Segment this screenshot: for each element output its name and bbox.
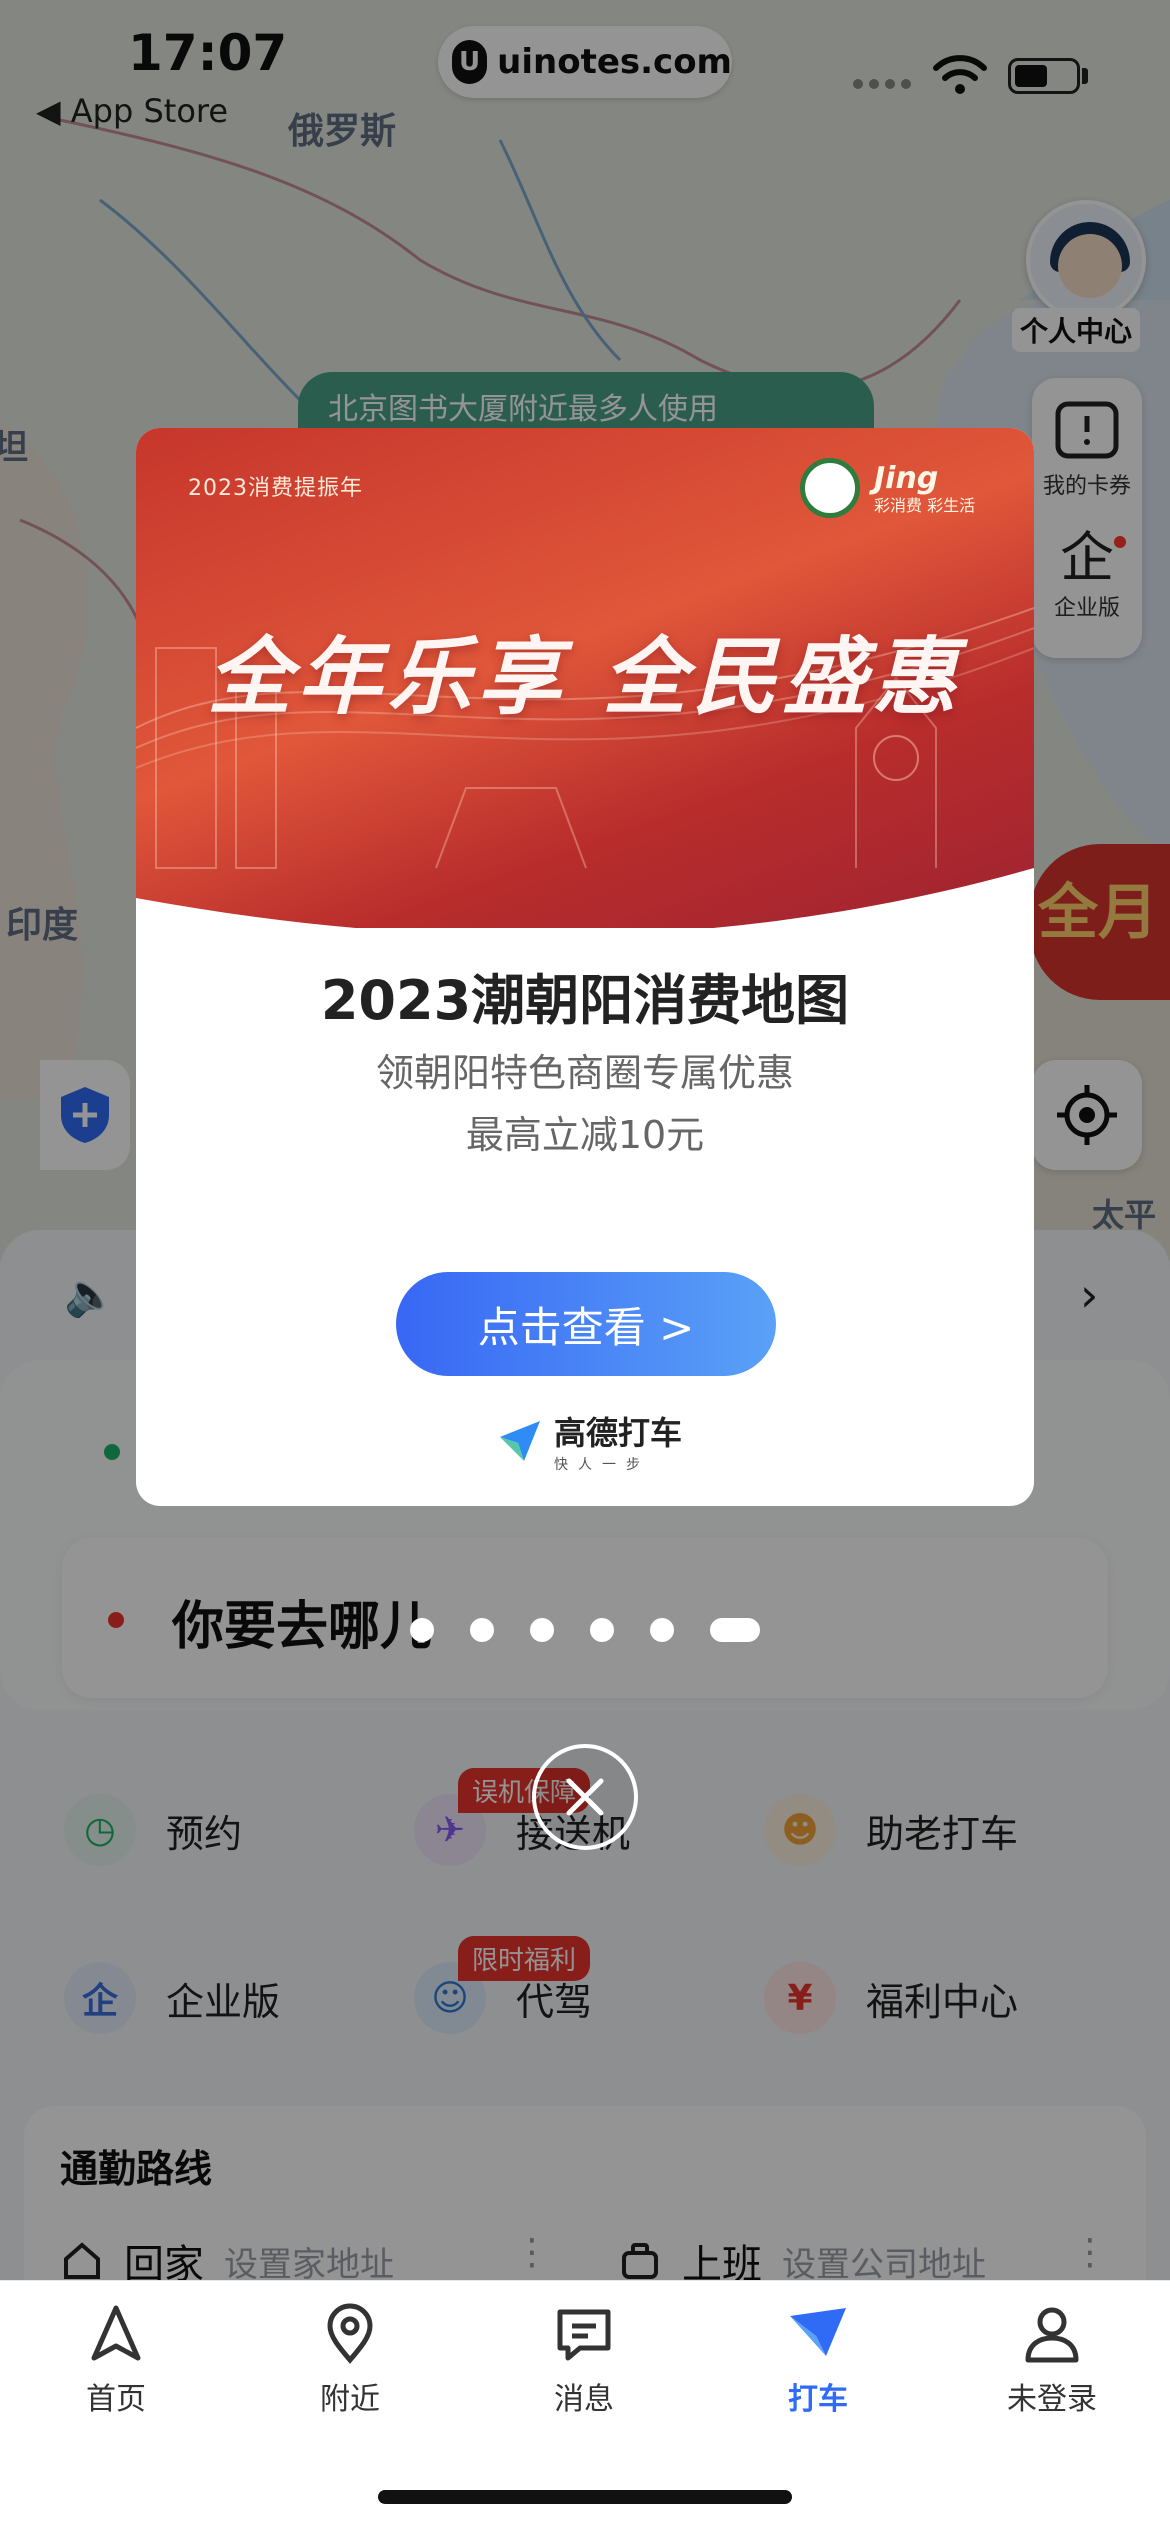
banner-curve bbox=[136, 868, 1034, 928]
close-icon bbox=[566, 1778, 604, 1816]
tab-profile-label: 未登录 bbox=[1007, 2382, 1097, 2417]
modal-title: 2023潮朝阳消费地图 bbox=[320, 969, 850, 1032]
navigation-arrow-icon bbox=[91, 2305, 141, 2361]
carousel-dot[interactable] bbox=[590, 1618, 614, 1642]
modal-subtitle-2: 最高立减10元 bbox=[465, 1113, 705, 1157]
amap-taxi-brand: 高德打车 快人一步 bbox=[496, 1408, 682, 1474]
jing-logo: Jing bbox=[874, 460, 939, 496]
taxi-icon bbox=[790, 2308, 846, 2356]
tab-home-label: 首页 bbox=[86, 2382, 146, 2417]
banner-year-text: 2023消费提振年 bbox=[188, 476, 363, 501]
close-modal-button[interactable] bbox=[532, 1744, 638, 1850]
view-details-button[interactable]: 点击查看 > bbox=[396, 1272, 776, 1376]
carousel-dot[interactable] bbox=[410, 1618, 434, 1642]
promo-banner-image[interactable]: 2023消费提振年 Jing 彩消费 彩生活 全年乐享 全民盛惠 bbox=[136, 428, 1034, 928]
tab-taxi[interactable]: 打车 bbox=[738, 2302, 898, 2418]
tab-messages[interactable]: 消息 bbox=[504, 2302, 664, 2418]
user-icon bbox=[1025, 2307, 1079, 2363]
location-pin-icon bbox=[327, 2303, 373, 2364]
tab-home[interactable]: 首页 bbox=[36, 2302, 196, 2418]
modal-subtitle-1: 领朝阳特色商圈专属优惠 bbox=[375, 1051, 794, 1095]
amap-taxi-logo-icon bbox=[500, 1421, 540, 1461]
banner-logos: Jing 彩消费 彩生活 bbox=[800, 458, 975, 518]
tab-messages-label: 消息 bbox=[554, 2382, 614, 2417]
jing-logo-sub: 彩消费 彩生活 bbox=[874, 495, 976, 515]
carousel-dot[interactable] bbox=[650, 1618, 674, 1642]
brand-slogan: 快人一步 bbox=[554, 1457, 650, 1473]
tab-profile[interactable]: 未登录 bbox=[972, 2302, 1132, 2418]
tab-nearby-label: 附近 bbox=[320, 2382, 380, 2417]
carousel-dot-active[interactable] bbox=[710, 1618, 760, 1642]
tab-taxi-label: 打车 bbox=[788, 2382, 848, 2417]
promo-modal: 2023消费提振年 Jing 彩消费 彩生活 全年乐享 全民盛惠 2023潮朝阳… bbox=[136, 428, 1034, 1506]
tab-nearby[interactable]: 附近 bbox=[270, 2302, 430, 2418]
carousel-dot[interactable] bbox=[470, 1618, 494, 1642]
carousel-dot[interactable] bbox=[530, 1618, 554, 1642]
banner-headline: 全年乐享 全民盛惠 bbox=[207, 627, 963, 726]
message-icon bbox=[557, 2309, 611, 2361]
carousel-indicator bbox=[410, 1618, 760, 1642]
home-indicator bbox=[378, 2490, 792, 2504]
brand-name: 高德打车 bbox=[554, 1414, 683, 1452]
consumption-seal-logo-icon bbox=[800, 458, 860, 518]
